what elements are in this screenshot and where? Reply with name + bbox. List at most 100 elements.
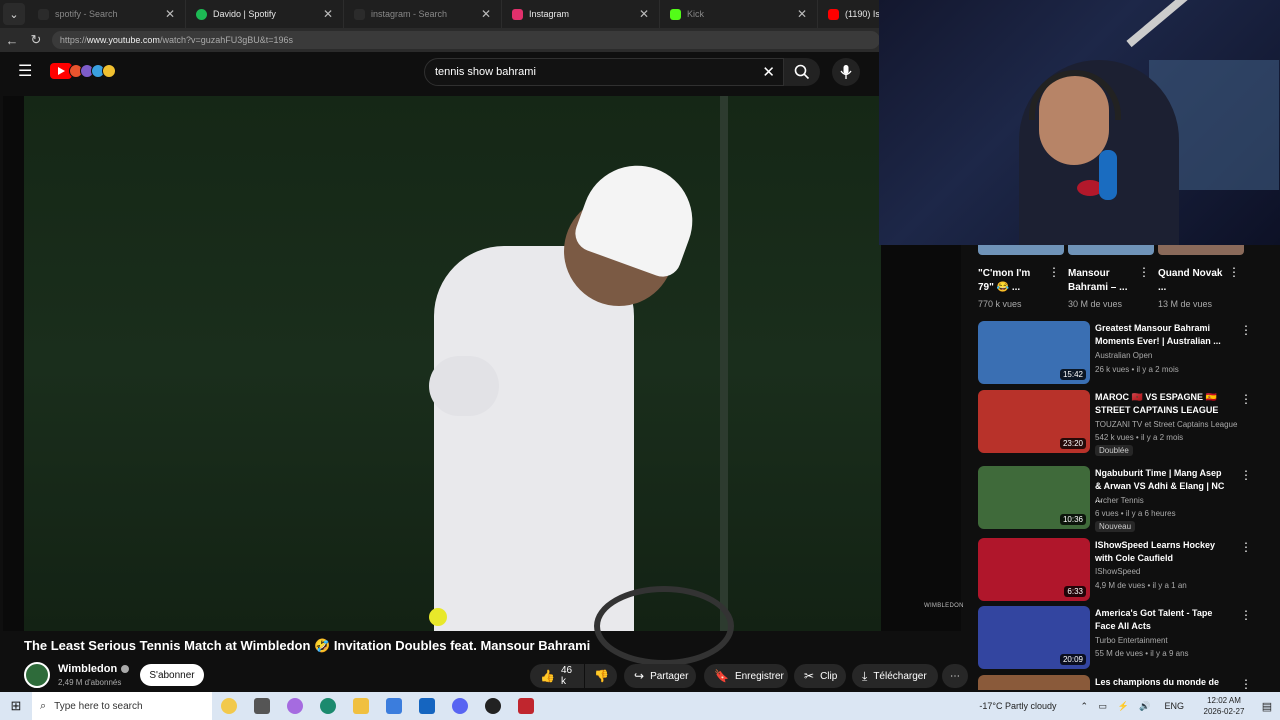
menu-icon[interactable]: ☰ — [18, 64, 34, 80]
short-views: 13 M de vues — [1158, 299, 1213, 309]
tab-davido-spotify[interactable]: Davido | Spotify ✕ — [186, 0, 344, 28]
more-vert-icon[interactable]: ⋮ — [1240, 323, 1252, 337]
more-vert-icon[interactable]: ⋮ — [1048, 265, 1060, 279]
subscribe-button[interactable]: S'abonner — [140, 664, 204, 686]
copilot-icon[interactable] — [278, 692, 311, 720]
store-icon[interactable] — [377, 692, 410, 720]
recommendation-item[interactable]: 6:33 IShowSpeed Learns Hockey with Cole … — [978, 538, 1258, 602]
search-query: tennis show bahrami — [435, 66, 536, 78]
channel-name[interactable]: Archer Tennis — [1095, 496, 1144, 505]
channel-name[interactable]: Turbo Entertainment — [1095, 636, 1168, 645]
copilot-sparkle-icon[interactable] — [212, 692, 245, 720]
channel-name[interactable]: Wimbledon — [58, 663, 130, 675]
short-item[interactable]: Quand Novak ... 13 M de vues ⋮ — [1158, 245, 1244, 309]
webcam-overlay — [879, 0, 1280, 245]
video-thumbnail[interactable]: 6:33 — [978, 538, 1090, 601]
video-title: MAROC 🇲🇦 VS ESPAGNE 🇪🇸 STREET CAPTAINS L… — [1095, 392, 1219, 415]
obs-icon[interactable] — [476, 692, 509, 720]
more-vert-icon[interactable]: ⋮ — [1240, 468, 1252, 482]
short-title: Mansour Bahrami – ... — [1068, 268, 1128, 293]
more-vert-icon[interactable]: ⋮ — [1240, 677, 1252, 690]
more-vert-icon[interactable]: ⋮ — [1138, 265, 1150, 279]
share-button[interactable]: ↪ Partager — [624, 664, 696, 688]
windows-start-icon[interactable]: ⊞ — [0, 698, 32, 714]
voice-search-button[interactable] — [832, 58, 860, 86]
more-vert-icon[interactable]: ⋮ — [1228, 265, 1240, 279]
thumbs-up-icon: 👍 — [540, 669, 555, 683]
tab-menu-button[interactable]: ⌄ — [3, 3, 25, 25]
more-icon: ⋯ — [950, 670, 960, 682]
recommendation-item[interactable]: 10:36 Ngabuburit Time | Mang Asep & Arwa… — [978, 466, 1258, 532]
video-duration: 15:42 — [1059, 369, 1086, 380]
tray-icons[interactable]: ⌃ ▭ ⚡ 🔊 — [1081, 701, 1155, 712]
video-title: Les champions du monde de — [1095, 677, 1220, 687]
reload-icon[interactable]: ↻ — [24, 32, 48, 48]
clock-time: 12:02 AM — [1207, 696, 1241, 705]
video-frame[interactable] — [24, 96, 881, 666]
tab-label: Instagram — [529, 9, 570, 19]
close-tab-icon[interactable]: ✕ — [797, 7, 807, 21]
video-duration: 20:09 — [1059, 654, 1086, 665]
tab-instagram[interactable]: Instagram ✕ — [502, 0, 660, 28]
tab-spotify-search[interactable]: spotify - Search ✕ — [28, 0, 186, 28]
download-button[interactable]: ⤓ Télécharger — [852, 664, 938, 688]
url-host: www.youtube.com — [86, 35, 160, 45]
close-tab-icon[interactable]: ✕ — [481, 7, 491, 21]
short-views: 30 M de vues — [1068, 299, 1123, 309]
edge-icon[interactable] — [311, 692, 344, 720]
save-button[interactable]: 🔖 Enregistrer — [704, 664, 788, 688]
verified-icon — [121, 665, 130, 674]
discord-icon[interactable] — [443, 692, 476, 720]
weather-widget[interactable]: -17°C Partly cloudy — [979, 701, 1056, 711]
recommendation-item[interactable]: 23:20 MAROC 🇲🇦 VS ESPAGNE 🇪🇸 STREET CAPT… — [978, 390, 1258, 456]
task-view-icon[interactable] — [245, 692, 278, 720]
channel-name[interactable]: Australian Open — [1095, 351, 1152, 360]
subscriber-count: 2,49 M d'abonnés — [58, 678, 122, 687]
video-thumbnail[interactable]: 15:42 — [978, 321, 1090, 384]
like-button[interactable]: 👍 46 k — [530, 664, 584, 688]
bookmark-icon: 🔖 — [714, 669, 729, 683]
notification-icon[interactable]: ▤ — [1254, 700, 1280, 713]
more-actions-button[interactable]: ⋯ — [942, 664, 968, 688]
channel-name[interactable]: TOUZANI TV et Street Captains League — [1095, 420, 1237, 429]
taskbar-search[interactable]: ⌕ Type here to search — [32, 692, 212, 720]
clock-date: 2026-02-27 — [1203, 707, 1245, 716]
recommendation-item[interactable]: 20:09 America's Got Talent - Tape Face A… — [978, 606, 1258, 670]
dislike-button[interactable]: 👎 — [585, 664, 617, 688]
channel-name[interactable]: IShowSpeed — [1095, 567, 1140, 576]
search-input[interactable]: tennis show bahrami ✕ — [424, 58, 784, 86]
video-thumbnail[interactable]: 20:09 — [978, 606, 1090, 669]
address-bar[interactable]: https://www.youtube.com/watch?v=guzahFU3… — [51, 31, 880, 49]
scissors-icon: ✂ — [804, 669, 815, 683]
recommendation-item[interactable]: Les champions du monde de ⋮ — [978, 675, 1258, 690]
close-tab-icon[interactable]: ✕ — [165, 7, 175, 21]
clock[interactable]: 12:02 AM 2026-02-27 — [1194, 695, 1254, 717]
video-thumbnail[interactable] — [978, 675, 1090, 690]
more-vert-icon[interactable]: ⋮ — [1240, 392, 1252, 406]
more-vert-icon[interactable]: ⋮ — [1240, 608, 1252, 622]
short-item[interactable]: "C'mon I'm 79" 😂 ... 770 k vues ⋮ — [978, 245, 1064, 309]
outlook-icon[interactable] — [410, 692, 443, 720]
channel-avatar[interactable] — [24, 662, 50, 688]
short-item[interactable]: Mansour Bahrami – ... 30 M de vues ⋮ — [1068, 245, 1154, 309]
back-arrow-icon[interactable]: ← — [0, 33, 24, 48]
recommendation-item[interactable]: 15:42 Greatest Mansour Bahrami Moments E… — [978, 321, 1258, 385]
url-path: /watch?v=guzahFU3gBU&t=196s — [159, 35, 294, 45]
clear-search-icon[interactable]: ✕ — [762, 63, 775, 81]
search-icon — [794, 64, 810, 80]
search-button[interactable] — [784, 58, 820, 86]
close-tab-icon[interactable]: ✕ — [639, 7, 649, 21]
clip-button[interactable]: ✂ Clip — [794, 664, 846, 688]
more-vert-icon[interactable]: ⋮ — [1240, 540, 1252, 554]
video-thumbnail[interactable]: 10:36 — [978, 466, 1090, 529]
video-player[interactable]: WIMBLEDON — [3, 96, 963, 666]
tab-instagram-search[interactable]: instagram - Search ✕ — [344, 0, 502, 28]
streaming-app-icon[interactable] — [509, 692, 542, 720]
language-indicator[interactable]: ENG — [1164, 701, 1184, 711]
file-explorer-icon[interactable] — [344, 692, 377, 720]
video-thumbnail[interactable]: 23:20 — [978, 390, 1090, 453]
tab-label: spotify - Search — [55, 9, 118, 19]
video-meta: 542 k vues • il y a 2 mois — [1095, 433, 1184, 442]
tab-kick[interactable]: Kick ✕ — [660, 0, 818, 28]
close-tab-icon[interactable]: ✕ — [323, 7, 333, 21]
